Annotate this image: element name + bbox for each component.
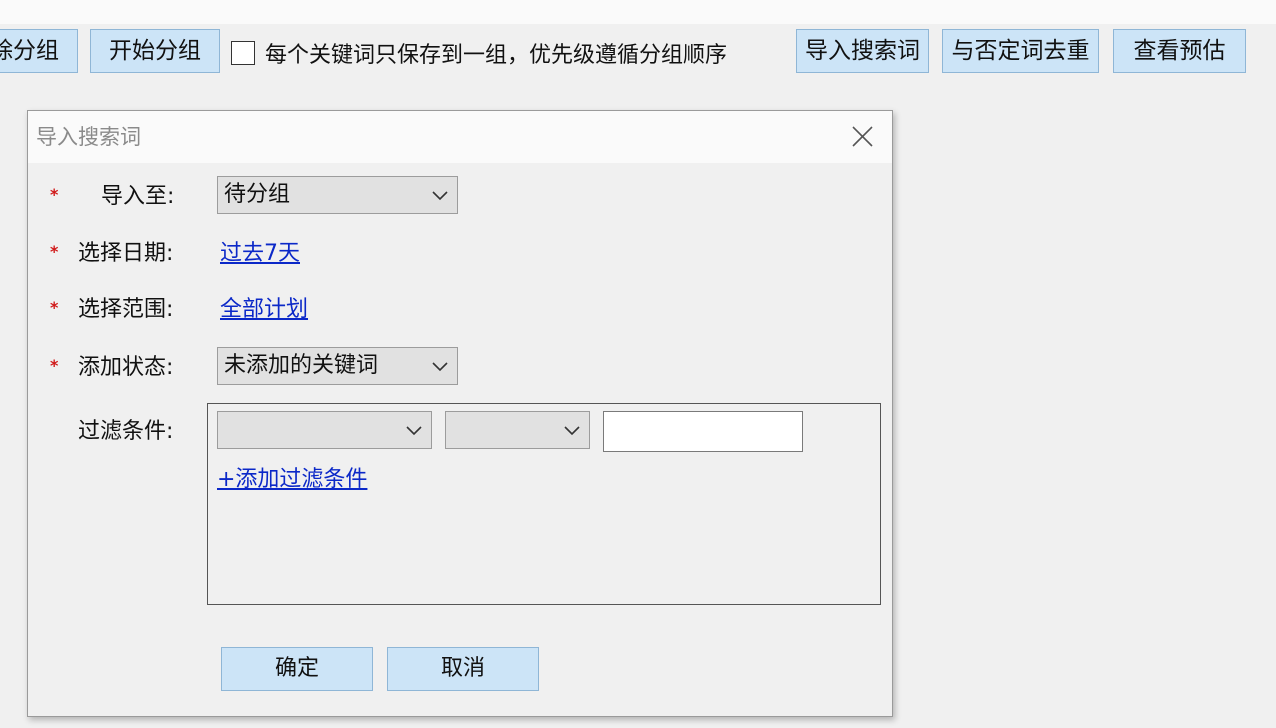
view-estimate-button[interactable]: 查看预估 (1113, 29, 1246, 73)
chevron-down-icon (432, 191, 448, 201)
import-to-value: 待分组 (224, 182, 291, 207)
chevron-down-icon (406, 426, 422, 436)
add-filter-link[interactable]: +添加过滤条件 (217, 461, 367, 493)
cancel-button[interactable]: 取消 (387, 647, 539, 691)
import-to-select[interactable]: 待分组 (217, 176, 458, 214)
filter-operator-select[interactable] (445, 411, 590, 449)
filter-panel: +添加过滤条件 (207, 403, 881, 605)
single-group-option[interactable]: 每个关键词只保存到一组，优先级遵循分组顺序 (231, 38, 727, 68)
single-group-checkbox[interactable] (231, 41, 255, 65)
status-value: 未添加的关键词 (224, 353, 379, 378)
filter-value-input[interactable] (603, 411, 803, 452)
ok-button[interactable]: 确定 (221, 647, 373, 691)
dedupe-negative-button[interactable]: 与否定词去重 (942, 29, 1099, 73)
single-group-checkbox-label: 每个关键词只保存到一组，优先级遵循分组顺序 (265, 43, 728, 68)
start-grouping-button[interactable]: 开始分组 (90, 29, 220, 73)
scope-link[interactable]: 全部计划 (220, 291, 308, 323)
remove-group-button[interactable]: 移除分组 (0, 29, 78, 73)
import-to-label: 导入至: (101, 184, 175, 209)
scope-label: 选择范围: (78, 297, 174, 322)
required-mark: * (50, 298, 59, 317)
import-search-terms-dialog: 导入搜索词 * 导入至: 待分组 * 选择日期: 过去7天 * 选择范围: 全部… (27, 110, 893, 717)
dialog-titlebar: 导入搜索词 (28, 111, 892, 163)
status-select[interactable]: 未添加的关键词 (217, 347, 458, 385)
filter-label: 过滤条件: (78, 419, 174, 444)
required-mark: * (50, 356, 59, 375)
date-label: 选择日期: (78, 241, 174, 266)
date-range-link[interactable]: 过去7天 (220, 235, 300, 267)
filter-field-select[interactable] (217, 411, 432, 449)
close-icon[interactable] (846, 121, 878, 153)
chevron-down-icon (432, 362, 448, 372)
dialog-title: 导入搜索词 (36, 125, 141, 149)
top-strip (0, 0, 1276, 24)
import-search-terms-button[interactable]: 导入搜索词 (796, 29, 929, 73)
chevron-down-icon (564, 426, 580, 436)
status-label: 添加状态: (78, 355, 174, 380)
required-mark: * (50, 242, 59, 261)
required-mark: * (50, 185, 59, 204)
